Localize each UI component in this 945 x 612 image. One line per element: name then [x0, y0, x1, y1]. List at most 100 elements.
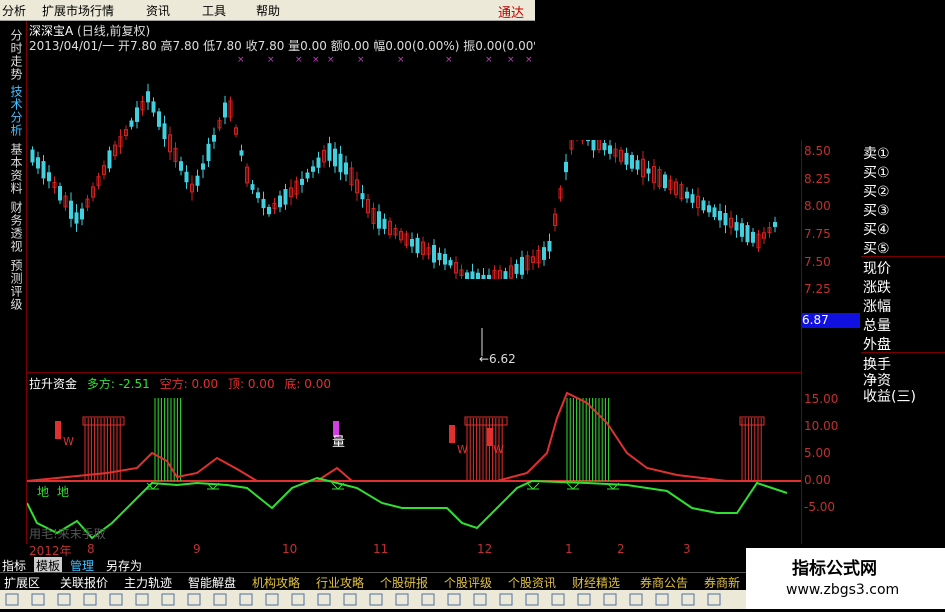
tab-stock-research[interactable]: 个股研报 [380, 574, 428, 591]
tab-institution[interactable]: 机构攻略 [252, 574, 300, 591]
candle-body [723, 213, 728, 226]
quote-buy2: 买② [863, 184, 890, 200]
candle-body [701, 200, 706, 211]
signal-mark: × [327, 55, 335, 65]
toolbar-button-icon [499, 593, 513, 606]
toolbar-button-icon [577, 593, 591, 606]
candle-body [773, 221, 777, 228]
ind-tick-0: 0.00 [804, 473, 831, 487]
candle-body [663, 174, 667, 189]
candle-body [179, 161, 183, 171]
watermark: 指标公式网 www.zbgs3.com [746, 548, 945, 609]
toolbar-button-icon [31, 593, 45, 606]
date-axis: 用毛!来末手取 2012年 8 9 10 11 12 1 2 3 [27, 527, 801, 558]
menu-news[interactable]: 资讯 [146, 2, 170, 19]
candle-body [646, 168, 651, 174]
menu-extended-market[interactable]: 扩展市场行情 [42, 2, 114, 19]
toolbar-button-icon [395, 593, 409, 606]
tab-extension-area[interactable]: 扩展区 [4, 574, 40, 591]
signal-mark: × [295, 55, 303, 65]
indicator-panel[interactable]: 拉升资金 多方: -2.51 空方: 0.00 顶: 0.00 底: 0.00 … [27, 372, 801, 541]
candle-body [239, 150, 244, 156]
signal-mark: × [445, 55, 453, 65]
quote-earnings: 收益(三) [863, 389, 916, 405]
toolbar-button-icon [525, 593, 539, 606]
tab-basic-info[interactable]: 基本资料 [2, 143, 23, 195]
candle-body [690, 194, 695, 203]
ytick-800: 8.00 [804, 199, 831, 213]
candle-body [608, 145, 612, 154]
candle-body [333, 148, 337, 167]
tab-finance-picks[interactable]: 财经精选 [572, 574, 620, 591]
candle-body [344, 162, 348, 175]
redaction-block [230, 279, 716, 328]
candle-body [311, 166, 315, 172]
quote-panel: 卖① 买① 买② 买③ 买④ 买⑤ 现价 涨跌 涨幅 总量 外盘 换手 净资 收… [861, 140, 945, 405]
signal-mark: × [357, 55, 365, 65]
candle-body [448, 260, 453, 266]
tag-w-1: W [63, 435, 74, 448]
quote-buy4: 买④ [863, 222, 890, 238]
candle-body [41, 161, 46, 179]
zero-glyph [566, 482, 580, 490]
menu-analysis[interactable]: 分析 [2, 2, 26, 19]
indicator-bars [55, 398, 765, 481]
tab-time-sharing[interactable]: 分时走势 [2, 29, 23, 81]
date-label-1: 1 [565, 542, 573, 556]
left-tab-strip: 分时走势 技术分析 基本资料 财务透视 预测评级 [0, 21, 27, 544]
tab-related-quotes[interactable]: 关联报价 [60, 574, 108, 591]
ind-tick-15: 15.00 [804, 392, 839, 406]
tab-main-track[interactable]: 主力轨迹 [124, 574, 172, 591]
menu-help[interactable]: 帮助 [256, 2, 280, 19]
toolbar-button-icon [317, 593, 331, 606]
candle-body [624, 152, 629, 165]
w-marker [449, 425, 455, 443]
red-curve [27, 391, 801, 482]
tab-technical-analysis[interactable]: 技术分析 [2, 85, 23, 137]
candle-body [305, 172, 310, 179]
toolbar-button-icon [421, 593, 435, 606]
toolbar-button-icon [239, 593, 253, 606]
menu-tools[interactable]: 工具 [202, 2, 226, 19]
faded-hint: 用毛!来末手取 [29, 527, 106, 541]
signal-mark: × [237, 55, 245, 65]
quote-volume: 总量 [863, 318, 891, 334]
tab-stock-news[interactable]: 个股资讯 [508, 574, 556, 591]
candle-body [602, 142, 607, 151]
candle-body [547, 240, 552, 252]
candle-body [432, 244, 436, 263]
candle-body [256, 192, 260, 199]
candle-body [685, 191, 689, 199]
tab-stock-rating[interactable]: 个股评级 [444, 574, 492, 591]
tab-broker-notice[interactable]: 券商公告 [640, 574, 688, 591]
indicator-chart [27, 391, 801, 540]
candle-body [151, 101, 156, 113]
quote-divider-1 [861, 256, 945, 257]
candle-body [740, 223, 744, 237]
tab-industry[interactable]: 行业攻略 [316, 574, 364, 591]
menu-tongda[interactable]: 通达 [498, 2, 524, 21]
candle-body [514, 263, 519, 274]
candle-body [69, 200, 73, 219]
date-label-11: 11 [373, 542, 389, 556]
tab-forecast[interactable]: 预测评级 [2, 259, 23, 311]
tag-di-2: 地 [57, 485, 70, 499]
signal-mark: × [267, 55, 275, 65]
tab-financial[interactable]: 财务透视 [2, 201, 23, 253]
toolbar-button-icon [213, 593, 227, 606]
ind-tick-neg5: -5.00 [804, 500, 836, 514]
toolbar-button-icon [343, 593, 357, 606]
candle-body [635, 160, 640, 170]
extension-tab-bar: 扩展区 关联报价 主力轨迹 智能解盘 机构攻略 行业攻略 个股研报 个股评级 个… [0, 572, 760, 591]
tab-broker-new[interactable]: 券商新 [704, 574, 740, 591]
quote-pct: 涨幅 [863, 299, 891, 315]
date-label-8: 8 [87, 542, 95, 556]
date-label-9: 9 [193, 542, 201, 556]
candle-body [300, 178, 304, 185]
tag-di-1: 地 [37, 485, 50, 499]
date-label-3: 3 [683, 542, 691, 556]
candle-body [107, 150, 112, 169]
tab-smart-analysis[interactable]: 智能解盘 [188, 574, 236, 591]
toolbar-button-icon [707, 593, 721, 606]
toolbar-button-icon [655, 593, 669, 606]
